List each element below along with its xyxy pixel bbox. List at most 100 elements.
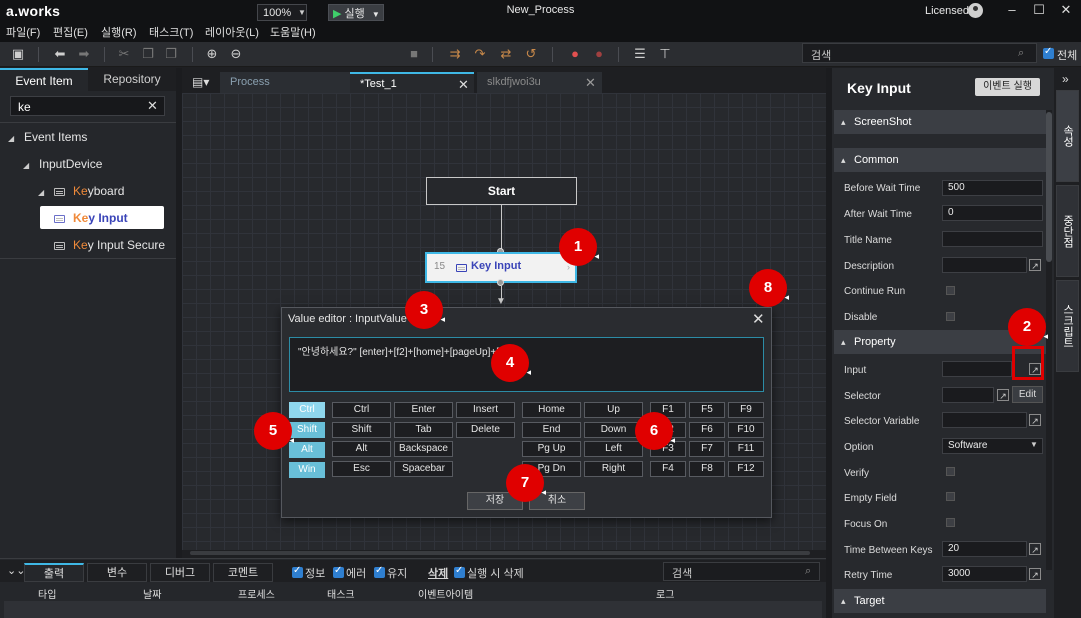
tab-slkdfjwoi3u[interactable]: slkdfjwoi3u ✕ bbox=[477, 72, 602, 93]
step-out-icon[interactable]: ⇄ bbox=[499, 47, 513, 61]
clear-log-button[interactable]: 삭제 bbox=[428, 565, 448, 581]
alt-modifier-toggle[interactable]: Alt bbox=[289, 442, 325, 458]
search-icon[interactable]: ⌕ bbox=[1018, 47, 1030, 59]
key-f5[interactable]: F5 bbox=[689, 402, 725, 418]
col-task[interactable]: 태스크 bbox=[327, 586, 355, 601]
key-insert[interactable]: Insert bbox=[456, 402, 515, 418]
maximize-icon[interactable]: ☐ bbox=[1030, 2, 1048, 18]
side-tab-breakpoints[interactable]: 중단점 bbox=[1056, 185, 1079, 277]
input-field[interactable] bbox=[942, 361, 1012, 377]
tab-output[interactable]: 출력 bbox=[24, 563, 84, 582]
win-modifier-toggle[interactable]: Win bbox=[289, 462, 325, 478]
key-f6[interactable]: F6 bbox=[689, 422, 725, 438]
key-shift[interactable]: Shift bbox=[332, 422, 391, 438]
search-input[interactable]: 검색 bbox=[802, 43, 1037, 63]
info-filter-checkbox[interactable] bbox=[292, 565, 303, 578]
menu-file[interactable]: 파일(F) bbox=[6, 24, 40, 40]
chevron-down-icon[interactable]: ◢ bbox=[38, 188, 44, 197]
tree-keyboard[interactable]: Keyboard bbox=[54, 184, 124, 198]
error-filter-checkbox[interactable] bbox=[333, 565, 344, 578]
add-breakpoint-icon[interactable]: ● bbox=[568, 47, 582, 61]
run-button[interactable]: ▶ 실행 ▼ bbox=[328, 4, 384, 21]
key-alt[interactable]: Alt bbox=[332, 441, 391, 457]
paste-icon[interactable]: ❐ bbox=[164, 47, 178, 61]
new-document-icon[interactable]: ▤▾ bbox=[192, 75, 209, 89]
tree-key-input[interactable]: Key Input bbox=[54, 211, 128, 225]
empty-field-checkbox[interactable] bbox=[946, 492, 955, 501]
undo-icon[interactable]: ⬅ bbox=[53, 47, 67, 61]
key-up[interactable]: Up bbox=[584, 402, 643, 418]
external-edit-icon[interactable]: ↗ bbox=[1029, 568, 1041, 580]
menu-layout[interactable]: 레이아웃(L) bbox=[205, 24, 259, 40]
shift-modifier-toggle[interactable]: Shift bbox=[289, 422, 325, 438]
connector-dot[interactable] bbox=[497, 279, 504, 286]
tab-comment[interactable]: 코멘트 bbox=[213, 563, 273, 582]
ctrl-modifier-toggle[interactable]: Ctrl bbox=[289, 402, 325, 418]
retry-time-field[interactable]: 3000 bbox=[942, 566, 1027, 582]
key-page-up[interactable]: Pg Up bbox=[522, 441, 581, 457]
close-icon[interactable]: ✕ bbox=[458, 74, 469, 95]
chevron-down-icon[interactable]: ▼ bbox=[298, 4, 308, 21]
key-right[interactable]: Right bbox=[584, 461, 643, 477]
col-log[interactable]: 로그 bbox=[656, 586, 674, 601]
section-screenshot[interactable]: ScreenShot bbox=[834, 110, 1046, 134]
side-tab-properties[interactable]: 속성 bbox=[1056, 90, 1079, 182]
title-name-field[interactable] bbox=[942, 231, 1043, 247]
external-edit-icon[interactable]: ↗ bbox=[1029, 259, 1041, 271]
selector-edit-button[interactable]: Edit bbox=[1012, 386, 1043, 403]
tree-key-input-secure[interactable]: Key Input Secure bbox=[54, 238, 165, 252]
align-icon[interactable]: ☰ bbox=[633, 47, 647, 61]
expand-panel-icon[interactable]: » bbox=[1062, 72, 1069, 86]
check-all-checkbox[interactable] bbox=[1043, 46, 1054, 59]
key-delete[interactable]: Delete bbox=[456, 422, 515, 438]
chevron-down-icon[interactable]: ▼ bbox=[1030, 440, 1038, 449]
close-icon[interactable]: ✕ bbox=[752, 310, 765, 328]
restart-icon[interactable]: ↺ bbox=[524, 47, 538, 61]
tree-input-device[interactable]: InputDevice bbox=[39, 157, 102, 171]
chevron-down-icon[interactable]: ◢ bbox=[23, 161, 29, 170]
align-top-icon[interactable]: ⊤ bbox=[658, 47, 672, 61]
key-spacebar[interactable]: Spacebar bbox=[394, 461, 453, 477]
key-esc[interactable]: Esc bbox=[332, 461, 391, 477]
start-node[interactable]: Start bbox=[426, 177, 577, 205]
external-edit-icon[interactable]: ↗ bbox=[997, 389, 1009, 401]
col-date[interactable]: 날짜 bbox=[143, 586, 161, 601]
tab-variables[interactable]: 변수 bbox=[87, 563, 147, 582]
close-icon[interactable]: ✕ bbox=[1057, 2, 1075, 18]
collapse-icon[interactable]: ⌄⌄ bbox=[7, 564, 25, 577]
scrollbar-thumb[interactable] bbox=[1046, 112, 1052, 262]
key-f8[interactable]: F8 bbox=[689, 461, 725, 477]
zoom-out-icon[interactable]: ⊖ bbox=[229, 47, 243, 61]
clear-on-run-checkbox[interactable] bbox=[454, 565, 465, 578]
menu-run[interactable]: 실행(R) bbox=[101, 24, 137, 40]
col-process[interactable]: 프로세스 bbox=[238, 586, 275, 601]
selector-field[interactable] bbox=[942, 387, 994, 403]
side-tab-script[interactable]: 스크립트 bbox=[1056, 280, 1079, 372]
option-select[interactable]: Software bbox=[942, 438, 1043, 454]
stop-icon[interactable]: ■ bbox=[407, 47, 421, 61]
col-type[interactable]: 타입 bbox=[38, 586, 56, 601]
tab-debug[interactable]: 디버그 bbox=[150, 563, 210, 582]
tab-repository[interactable]: Repository bbox=[88, 68, 176, 91]
key-backspace[interactable]: Backspace bbox=[394, 441, 453, 457]
key-tab[interactable]: Tab bbox=[394, 422, 453, 438]
time-between-keys-field[interactable]: 20 bbox=[942, 541, 1027, 557]
key-enter[interactable]: Enter bbox=[394, 402, 453, 418]
menu-help[interactable]: 도움말(H) bbox=[270, 24, 316, 40]
minimize-icon[interactable]: – bbox=[1003, 2, 1021, 18]
description-field[interactable] bbox=[942, 257, 1027, 273]
tab-process[interactable]: Process bbox=[220, 72, 350, 93]
remove-breakpoint-icon[interactable]: ● bbox=[592, 47, 606, 61]
focus-on-checkbox[interactable] bbox=[946, 518, 955, 527]
menu-task[interactable]: 태스크(T) bbox=[149, 24, 193, 40]
tab-event-item[interactable]: Event Item bbox=[0, 68, 88, 91]
close-icon[interactable]: ✕ bbox=[585, 72, 596, 93]
col-event-item[interactable]: 이벤트아이템 bbox=[418, 586, 473, 601]
external-edit-icon[interactable]: ↗ bbox=[1029, 543, 1041, 555]
key-f7[interactable]: F7 bbox=[689, 441, 725, 457]
save-icon[interactable]: ▣ bbox=[11, 47, 25, 61]
section-common[interactable]: Common bbox=[834, 148, 1046, 172]
verify-checkbox[interactable] bbox=[946, 467, 955, 476]
key-f9[interactable]: F9 bbox=[728, 402, 764, 418]
step-into-icon[interactable]: ↷ bbox=[473, 47, 487, 61]
